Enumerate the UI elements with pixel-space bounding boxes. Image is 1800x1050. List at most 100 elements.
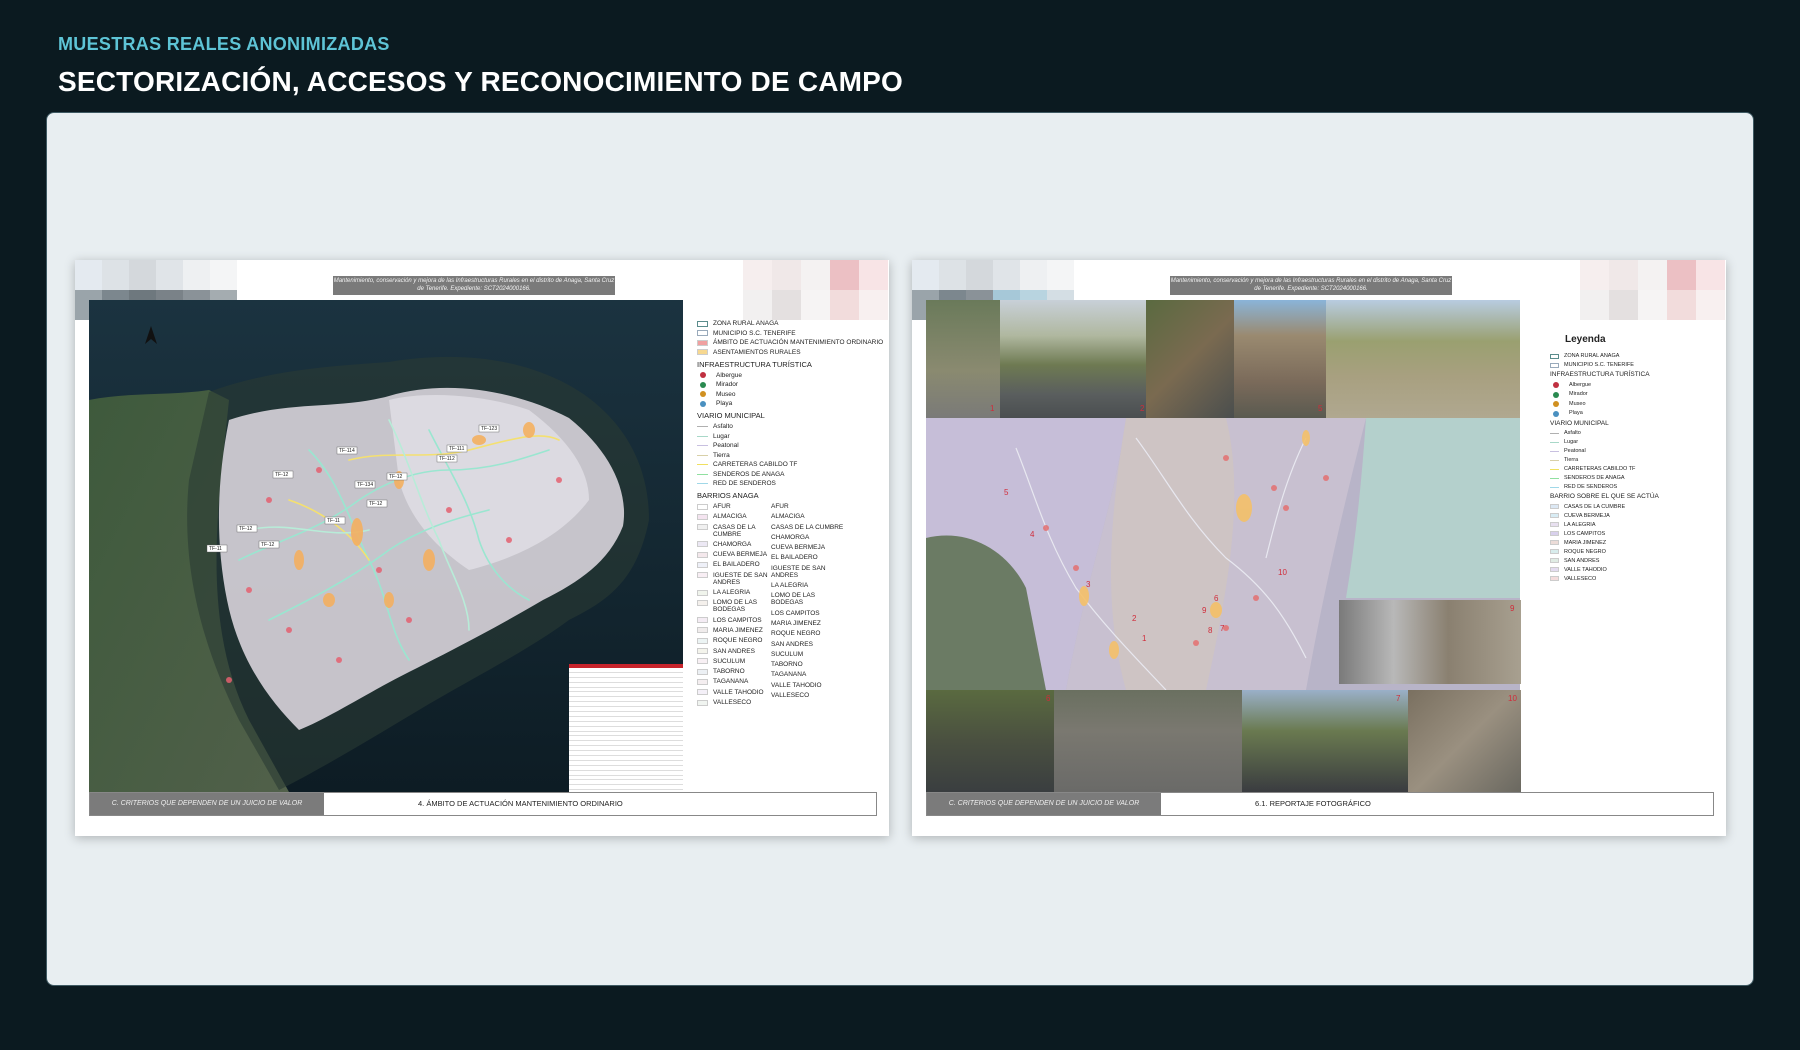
site-photo xyxy=(1146,300,1234,418)
site-photo xyxy=(926,690,1054,792)
section-title: SECTORIZACIÓN, ACCESOS Y RECONOCIMIENTO … xyxy=(58,66,904,97)
legend-item: Museo xyxy=(1550,401,1720,407)
color-swatch xyxy=(1550,353,1559,359)
color-swatch xyxy=(697,339,708,346)
legend-item-label: VALLE TAHODIO xyxy=(713,688,764,696)
legend-item: ALMACIGA xyxy=(697,513,771,520)
color-swatch xyxy=(1550,567,1559,572)
legend-item: CARRETERAS CABILDO TF xyxy=(1550,466,1720,472)
color-swatch xyxy=(697,678,708,685)
color-swatch xyxy=(1550,513,1559,518)
section-eyebrow: MUESTRAS REALES ANONIMIZADAS xyxy=(58,34,390,54)
site-photo xyxy=(1408,690,1521,792)
site-photo xyxy=(1234,300,1326,418)
legend-item: CUEVA BERMEJA xyxy=(1550,513,1720,519)
road-inventory-table xyxy=(569,664,683,792)
museum-icon xyxy=(700,391,706,397)
legend-item-label: Mirador xyxy=(1569,391,1588,397)
legend-item-label: AFUR xyxy=(713,503,731,510)
color-swatch xyxy=(697,589,708,596)
legend-item: Albergue xyxy=(1550,382,1720,388)
legend-item-label: RED DE SENDEROS xyxy=(1564,484,1618,490)
legend-item: CARRETERAS CABILDO TF xyxy=(697,461,887,468)
legend-item: ZONA RURAL ANAGA xyxy=(1550,353,1720,359)
legend-item-label: Museo xyxy=(716,390,736,398)
legend-item-label: ROQUE NEGRO xyxy=(1564,548,1606,555)
road-label: TF-11 xyxy=(327,518,340,524)
legend-item-label: CUEVA BERMEJA xyxy=(713,551,768,559)
footer-criteria: C. CRITERIOS QUE DEPENDEN DE UN JUICIO D… xyxy=(927,793,1161,815)
legend-item-label: SUCULUM xyxy=(713,657,746,665)
legend-heading-viario: VIARIO MUNICIPAL xyxy=(697,411,765,420)
legend-item-label: CUEVA BERMEJA xyxy=(1564,512,1610,519)
color-swatch xyxy=(697,637,708,644)
color-swatch xyxy=(1550,540,1559,545)
legend-item-label: CHAMORGA xyxy=(771,533,810,541)
line-swatch-icon xyxy=(1550,433,1559,434)
document-page-sectorization-map[interactable]: Mantenimiento, conservación y mejora de … xyxy=(75,260,889,836)
legend-item-label: LOS CAMPITOS xyxy=(713,616,762,624)
legend-item: Peatonal xyxy=(697,442,887,449)
legend-item: MUNICIPIO S.C. TENERIFE xyxy=(697,330,887,337)
color-swatch xyxy=(697,320,708,327)
gallery-panel: Mantenimiento, conservación y mejora de … xyxy=(46,112,1754,986)
legend-item: Asfalto xyxy=(697,423,887,430)
legend-item-label: LOS CAMPITOS xyxy=(771,609,820,617)
color-swatch xyxy=(1550,522,1559,527)
legend-heading-barrio: BARRIO SOBRE EL QUE SE ACTÚA xyxy=(1550,493,1659,500)
viewpoint-icon xyxy=(1553,391,1559,398)
document-header: Mantenimiento, conservación y mejora de … xyxy=(1170,276,1452,295)
legend-item-label: EL BAILADERO xyxy=(713,561,760,569)
legend-item: LOMO DE LAS BODEGAS xyxy=(697,599,771,613)
legend-item: LA ALEGRIA xyxy=(697,589,771,596)
legend-item-label: MUNICIPIO S.C. TENERIFE xyxy=(1564,362,1634,368)
footer-criteria: C. CRITERIOS QUE DEPENDEN DE UN JUICIO D… xyxy=(90,793,324,815)
road-label: TF-12 xyxy=(261,542,275,548)
legend-item: Mirador xyxy=(697,381,887,388)
color-swatch xyxy=(1550,531,1559,536)
legend-item-label: IGUESTE DE SAN ANDRES xyxy=(771,564,826,579)
legend-item-label: TABORNO xyxy=(713,668,745,676)
legend-item: SAN ANDRES xyxy=(1550,558,1720,564)
legend-item-label: AFUR xyxy=(771,503,789,510)
line-swatch-icon xyxy=(697,426,708,427)
document-page-photo-report[interactable]: Mantenimiento, conservación y mejora de … xyxy=(912,260,1726,836)
legend-item-label: VALLESECO xyxy=(1564,575,1597,582)
legend-item: SENDEROS DE ANAGA xyxy=(1550,475,1720,481)
legend-item: Asfalto xyxy=(1550,430,1720,436)
legend-item-label: RED DE SENDEROS xyxy=(713,480,776,487)
legend-item-label: ZONA RURAL ANAGA xyxy=(713,320,779,327)
color-swatch xyxy=(697,627,708,634)
legend-item-label: VALLE TAHODIO xyxy=(771,681,822,689)
legend-item-label: SENDEROS DE ANAGA xyxy=(1564,475,1625,481)
site-photo xyxy=(926,300,1000,418)
legend-item-label: MARIA JIMENEZ xyxy=(713,626,763,634)
color-swatch xyxy=(697,551,708,558)
legend-item-label: CUEVA BERMEJA xyxy=(771,544,826,552)
legend-item: SAN ANDRES xyxy=(697,648,771,655)
site-photo xyxy=(1054,690,1242,792)
legend-item-label: CASAS DE LA CUMBRE xyxy=(713,523,756,538)
legend-item-label: LOMO DE LAS BODEGAS xyxy=(771,592,816,607)
photo-strip-top: 1 2 5 xyxy=(926,300,1520,418)
museum-icon xyxy=(1553,401,1559,407)
line-swatch-icon xyxy=(1550,442,1559,443)
beach-icon xyxy=(700,400,706,407)
legend-item: RED DE SENDEROS xyxy=(1550,484,1720,490)
color-swatch xyxy=(697,668,708,675)
site-photo xyxy=(1242,690,1408,792)
legend-item-label: MUNICIPIO S.C. TENERIFE xyxy=(713,329,796,337)
legend-item-label: MARIA JIMENEZ xyxy=(771,619,821,627)
legend-item: ROQUE NEGRO xyxy=(1550,549,1720,555)
legend-item: Mirador xyxy=(1550,391,1720,398)
legend-item-label: SUCULUM xyxy=(771,650,804,658)
legend-item: SENDEROS DE ANAGA xyxy=(697,471,887,478)
legend-item: CASAS DE LA CUMBRE xyxy=(697,524,771,538)
line-swatch-icon xyxy=(697,445,708,446)
legend-item: Tierra xyxy=(697,452,887,459)
redacted-logo-right xyxy=(1580,260,1726,320)
legend-item-label: SAN ANDRES xyxy=(713,647,755,655)
map-legend: Leyenda ZONA RURAL ANAGA MUNICIPIO S.C. T… xyxy=(1550,334,1720,585)
legend-item-label: ALMACIGA xyxy=(713,513,747,521)
legend-item: VALLE TAHODIO xyxy=(1550,567,1720,573)
